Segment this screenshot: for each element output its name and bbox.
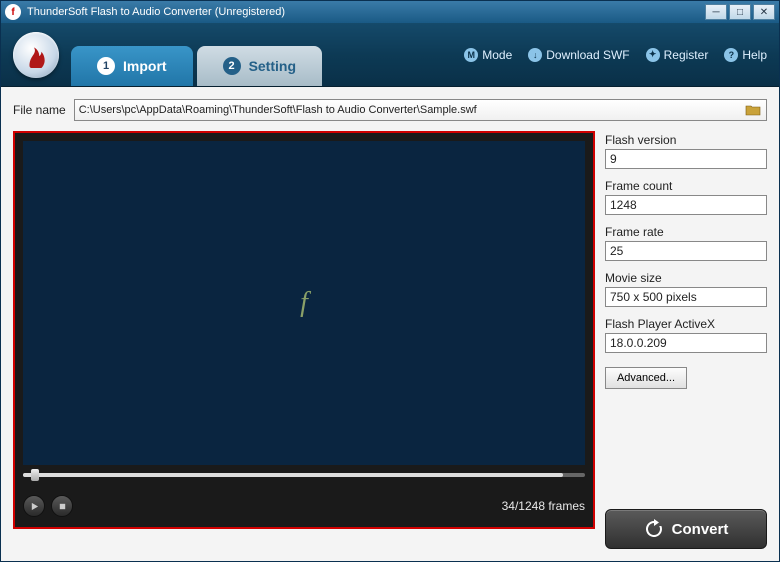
file-row: File name C:\Users\pc\AppData\Roaming\Th… (13, 99, 767, 121)
window-title: ThunderSoft Flash to Audio Converter (Un… (27, 6, 285, 18)
tab-setting[interactable]: 2 Setting (197, 46, 322, 86)
frame-count-field: 1248 (605, 195, 767, 215)
mode-link[interactable]: MMode (464, 48, 512, 62)
tab-setting-label: Setting (249, 58, 296, 74)
info-panel: Flash version 9 Frame count 1248 Frame r… (605, 131, 767, 549)
frame-rate-label: Frame rate (605, 225, 767, 239)
mode-icon: M (464, 48, 478, 62)
file-path-field[interactable]: C:\Users\pc\AppData\Roaming\ThunderSoft\… (74, 99, 767, 121)
convert-label: Convert (672, 521, 729, 538)
flash-version-label: Flash version (605, 133, 767, 147)
register-link[interactable]: ✦Register (646, 48, 709, 62)
tabs: 1 Import 2 Setting (71, 23, 322, 86)
titlebar: f ThunderSoft Flash to Audio Converter (… (1, 1, 779, 23)
download-icon: ↓ (528, 48, 542, 62)
file-name-label: File name (13, 103, 66, 117)
tab-setting-number: 2 (223, 57, 241, 75)
activex-field: 18.0.0.209 (605, 333, 767, 353)
register-icon: ✦ (646, 48, 660, 62)
download-swf-link[interactable]: ↓Download SWF (528, 48, 629, 62)
frame-rate-field: 25 (605, 241, 767, 261)
tab-import-number: 1 (97, 57, 115, 75)
close-button[interactable]: ✕ (753, 4, 775, 20)
tab-import-label: Import (123, 58, 167, 74)
body: File name C:\Users\pc\AppData\Roaming\Th… (1, 87, 779, 561)
app-icon-small: f (5, 4, 21, 20)
top-bar: 1 Import 2 Setting MMode ↓Download SWF ✦… (1, 23, 779, 87)
minimize-button[interactable]: ─ (705, 4, 727, 20)
seek-slider[interactable] (23, 467, 585, 489)
convert-icon (644, 519, 664, 539)
flash-icon: f (300, 287, 308, 319)
file-path-text: C:\Users\pc\AppData\Roaming\ThunderSoft\… (79, 104, 744, 116)
stop-button[interactable] (51, 495, 73, 517)
toolbar-links: MMode ↓Download SWF ✦Register ?Help (464, 48, 767, 62)
app-logo (13, 32, 59, 78)
movie-size-field: 750 x 500 pixels (605, 287, 767, 307)
movie-size-label: Movie size (605, 271, 767, 285)
preview-panel: f 34/1248 frames (13, 131, 595, 529)
preview-canvas: f (23, 141, 585, 465)
browse-button[interactable] (744, 103, 762, 117)
player-controls: 34/1248 frames (23, 491, 585, 521)
flash-version-field: 9 (605, 149, 767, 169)
frame-status: 34/1248 frames (502, 499, 585, 513)
activex-label: Flash Player ActiveX (605, 317, 767, 331)
maximize-button[interactable]: □ (729, 4, 751, 20)
convert-button[interactable]: Convert (605, 509, 767, 549)
tab-import[interactable]: 1 Import (71, 46, 193, 86)
help-icon: ? (724, 48, 738, 62)
play-button[interactable] (23, 495, 45, 517)
help-link[interactable]: ?Help (724, 48, 767, 62)
advanced-button[interactable]: Advanced... (605, 367, 687, 389)
frame-count-label: Frame count (605, 179, 767, 193)
